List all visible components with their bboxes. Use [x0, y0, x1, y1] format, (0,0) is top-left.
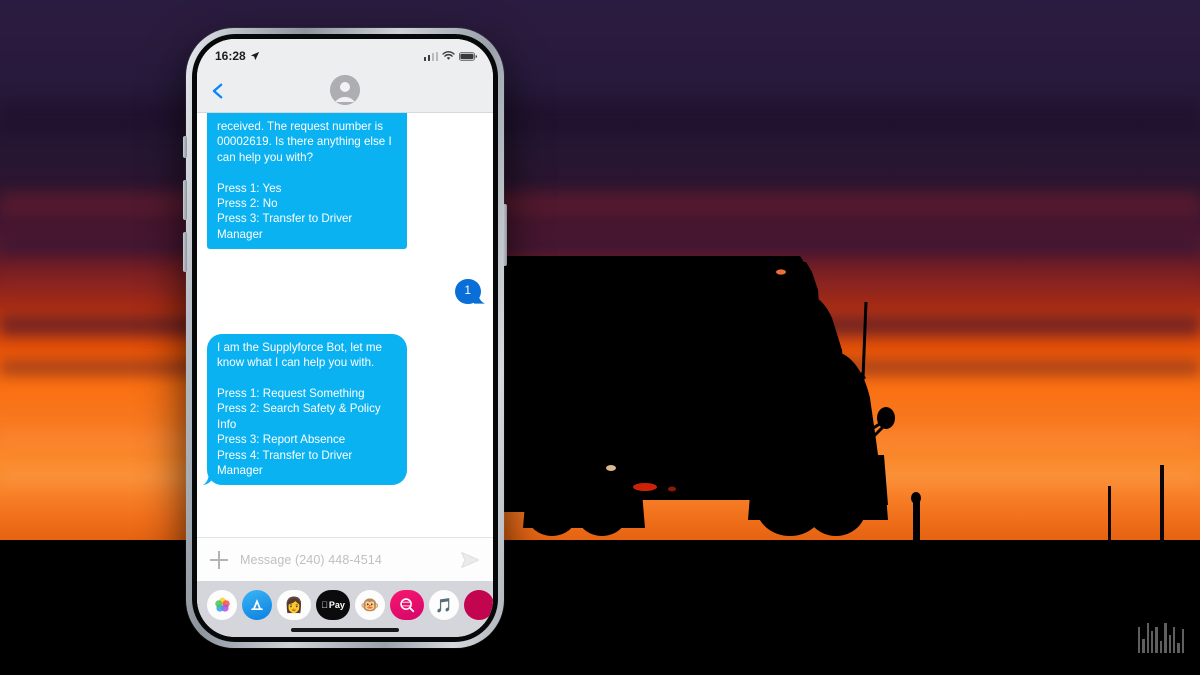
cellular-signal-icon	[423, 51, 438, 61]
background-scene	[0, 0, 1200, 675]
message-input-bar: Message (240) 448-4514	[197, 537, 493, 581]
battery-full-icon	[459, 51, 477, 61]
message-row: received. The request number is 00002619…	[207, 113, 483, 250]
semi-truck-silhouette	[400, 256, 1164, 544]
images-app-icon[interactable]	[390, 590, 424, 620]
message-row: I am the Supplyforce Bot, let me know wh…	[207, 333, 483, 486]
conversation-nav-bar	[197, 69, 493, 113]
volume-up-button[interactable]	[183, 180, 187, 220]
mute-switch[interactable]	[183, 136, 187, 158]
animoji-app-icon[interactable]: 🐵	[355, 590, 385, 620]
barcode-watermark	[1138, 613, 1184, 653]
music-app-icon[interactable]: 🎵	[429, 590, 459, 620]
apple-pay-label: Pay	[325, 600, 345, 610]
chevron-left-icon[interactable]	[209, 82, 227, 100]
status-bar: 16:28	[197, 39, 493, 69]
imessage-app-dock[interactable]: 👩 Pay 🐵 🎵	[197, 581, 493, 637]
music-glyph: 🎵	[435, 596, 453, 613]
thread-spacer	[207, 255, 483, 279]
app-store-app-icon[interactable]	[242, 590, 272, 620]
message-bubble-incoming[interactable]: received. The request number is 00002619…	[207, 113, 407, 250]
message-row: 1	[207, 279, 483, 304]
photos-app-icon[interactable]	[207, 590, 237, 620]
message-thread[interactable]: received. The request number is 00002619…	[197, 113, 493, 537]
apple-pay-app-icon[interactable]: Pay	[316, 590, 350, 620]
smartphone-device: 16:28 received. The request number is 00…	[183, 28, 507, 648]
phone-bezel: 16:28 received. The request number is 00…	[192, 34, 498, 642]
location-arrow-icon	[250, 51, 259, 61]
phone-screen: 16:28 received. The request number is 00…	[197, 39, 493, 637]
thread-spacer	[207, 310, 483, 334]
message-bubble-incoming[interactable]: I am the Supplyforce Bot, let me know wh…	[207, 333, 407, 486]
status-bar-time: 16:28	[215, 49, 246, 63]
memoji-app-icon[interactable]: 👩	[277, 590, 311, 620]
home-indicator[interactable]	[291, 628, 399, 632]
contact-avatar-icon[interactable]	[330, 74, 360, 105]
send-arrow-icon[interactable]	[461, 551, 480, 568]
more-apps-icon[interactable]	[464, 590, 493, 620]
plus-icon[interactable]	[210, 550, 228, 569]
volume-down-button[interactable]	[183, 232, 187, 272]
memoji-glyph: 👩	[284, 597, 304, 614]
wifi-icon	[442, 51, 455, 60]
message-input[interactable]: Message (240) 448-4514	[240, 553, 449, 567]
animoji-glyph: 🐵	[360, 597, 380, 614]
power-button[interactable]	[503, 204, 507, 266]
message-bubble-outgoing[interactable]: 1	[454, 279, 481, 304]
